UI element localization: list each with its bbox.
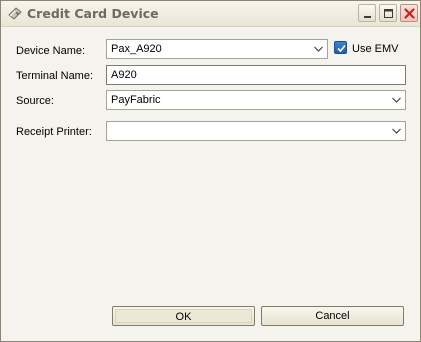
window-title: Credit Card Device [27,6,159,21]
close-button[interactable] [400,4,418,22]
terminal-name-input[interactable]: A920 [106,65,406,85]
ok-button[interactable]: OK [112,306,255,326]
credit-card-device-icon [7,6,23,20]
use-emv-checkbox[interactable] [334,41,347,54]
title-bar[interactable]: Credit Card Device [1,1,420,27]
cancel-button[interactable]: Cancel [261,306,404,326]
device-name-value: Pax_A920 [111,43,162,55]
source-select[interactable]: PayFabric [106,90,406,110]
source-value: PayFabric [111,94,161,106]
checkmark-icon [337,44,346,53]
credit-card-device-window: Credit Card Device Device Name: Pax_A920 [0,0,421,342]
maximize-button[interactable] [379,4,397,22]
chevron-down-icon [314,46,323,52]
device-name-select[interactable]: Pax_A920 [106,39,328,59]
minimize-icon [364,16,371,18]
device-name-label: Device Name: [16,45,86,57]
terminal-name-value: A920 [111,69,137,81]
ok-button-label: OK [115,309,252,323]
form-panel: Device Name: Pax_A920 Use EMV Terminal N… [2,27,419,341]
receipt-printer-label: Receipt Printer: [16,126,92,138]
receipt-printer-select[interactable] [106,121,406,141]
close-icon [404,8,415,19]
source-label: Source: [16,95,54,107]
minimize-button[interactable] [358,4,376,22]
maximize-icon [384,9,393,18]
chevron-down-icon [392,97,401,103]
use-emv-label: Use EMV [352,43,399,55]
terminal-name-label: Terminal Name: [16,70,94,82]
chevron-down-icon [392,128,401,134]
